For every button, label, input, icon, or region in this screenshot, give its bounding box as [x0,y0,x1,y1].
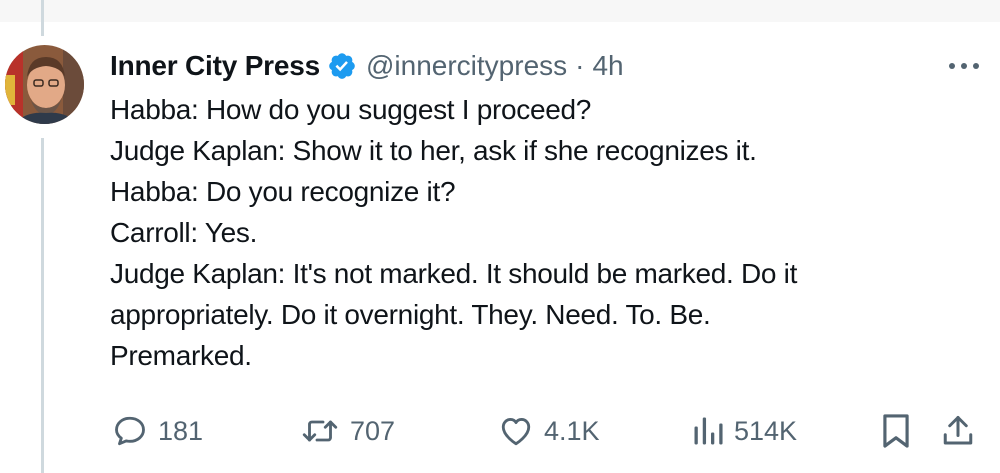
thread-line [41,0,44,36]
bookmark-button[interactable] [879,408,913,454]
repost-count: 707 [350,415,396,446]
tweet-text-line: appropriately. Do it overnight. They. Ne… [110,299,711,330]
previous-tweet-strip [0,0,1000,22]
views-button[interactable]: 514K [690,408,797,454]
verified-badge-icon[interactable] [327,51,357,81]
bookmark-icon [879,412,913,450]
reply-button[interactable]: 181 [110,408,203,454]
author-display-name[interactable]: Inner City Press [110,50,320,82]
like-count: 4.1K [544,415,600,446]
heart-icon [496,413,536,449]
separator-dot: · [575,50,585,81]
tweet-action-bar: 181 707 4.1K 514K [0,408,1000,454]
more-horizontal-icon[interactable] [944,56,984,76]
tweet-header: Inner City Press @innercitypress · 4h [110,46,624,86]
share-icon [940,412,976,450]
share-button[interactable] [940,408,976,454]
tweet-text-line: Carroll: Yes. [110,217,258,248]
like-button[interactable]: 4.1K [496,408,600,454]
tweet-timestamp[interactable]: 4h [592,50,623,82]
author-handle[interactable]: @innercitypress [366,50,567,82]
repost-icon [298,413,342,449]
repost-button[interactable]: 707 [298,408,395,454]
reply-icon [110,413,150,449]
tweet-text: Habba: How do you suggest I proceed? Jud… [110,89,990,376]
views-chart-icon [690,413,726,449]
tweet-text-line: Habba: Do you recognize it? [110,176,456,207]
tweet-text-line: Premarked. [110,340,252,371]
avatar[interactable] [5,45,84,124]
tweet-text-line: Judge Kaplan: It's not marked. It should… [110,258,798,289]
views-count: 514K [734,415,798,446]
reply-count: 181 [158,415,204,446]
tweet-text-line: Judge Kaplan: Show it to her, ask if she… [110,135,757,166]
tweet-text-line: Habba: How do you suggest I proceed? [110,94,592,125]
